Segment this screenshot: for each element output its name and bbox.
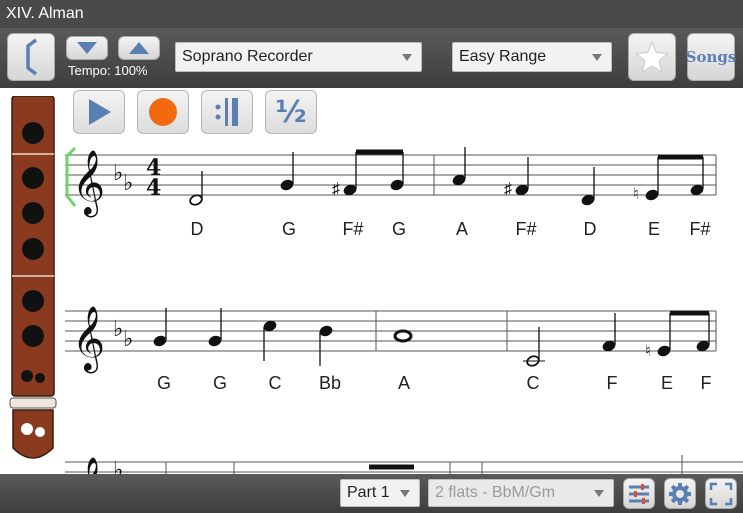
note-label: A <box>455 219 468 239</box>
score-area: ½ 𝄞 ♭ ♭ 4 4 ♯ ♯ ♮ 𝄞 ♭ ♭ ♮ ♭ D G F# G A F… <box>0 88 743 474</box>
tempo-up-button[interactable] <box>118 36 160 60</box>
chevron-down-icon <box>400 490 410 497</box>
gear-icon <box>669 482 691 505</box>
note-label: F# <box>515 219 537 239</box>
songs-button[interactable]: Songs <box>685 33 737 81</box>
note-label: G <box>212 373 227 393</box>
note-label: F# <box>689 219 711 239</box>
svg-text:♭: ♭ <box>113 458 123 474</box>
bottom-toolbar: Part 1 2 flats - BbM/Gm <box>0 474 743 513</box>
note-label: A <box>397 373 410 393</box>
svg-text:♯: ♯ <box>504 181 512 198</box>
svg-text:𝄞: 𝄞 <box>72 150 105 217</box>
note-label: E <box>660 373 673 393</box>
bracket-icon <box>26 38 38 76</box>
svg-text:♮: ♮ <box>645 343 651 360</box>
note-label: G <box>156 373 171 393</box>
svg-text:𝄞: 𝄞 <box>72 457 105 474</box>
songs-label: Songs <box>685 48 737 66</box>
mixer-button[interactable] <box>623 478 655 509</box>
favorite-button[interactable] <box>628 33 676 81</box>
note-label: G <box>391 219 406 239</box>
tempo-label: Tempo: 100% <box>68 63 148 78</box>
fullscreen-button[interactable] <box>705 478 737 509</box>
note-label: D <box>190 219 204 239</box>
note-label: Bb <box>318 373 342 393</box>
svg-text:♯: ♯ <box>332 181 340 198</box>
svg-text:♭: ♭ <box>113 161 123 186</box>
bracket-button[interactable] <box>7 33 55 81</box>
staff-row-1: 𝄞 ♭ ♭ 4 4 ♯ ♯ ♮ 𝄞 ♭ ♭ ♮ ♭ <box>65 146 743 474</box>
chevron-down-icon <box>592 54 602 61</box>
key-select[interactable]: 2 flats - BbM/Gm <box>428 479 614 507</box>
svg-text:♭: ♭ <box>113 317 123 342</box>
svg-text:♭: ♭ <box>123 171 133 196</box>
note-label: F <box>606 373 618 393</box>
instrument-select[interactable]: Soprano Recorder <box>175 42 422 72</box>
part-select[interactable]: Part 1 <box>340 479 420 507</box>
settings-button[interactable] <box>664 478 696 509</box>
chevron-down-icon <box>594 490 604 497</box>
part-value: Part 1 <box>347 484 390 501</box>
tempo-down-button[interactable] <box>66 36 108 60</box>
fullscreen-icon <box>709 482 733 505</box>
triangle-down-icon <box>77 42 97 54</box>
note-label: D <box>583 219 597 239</box>
note-label: F <box>700 373 712 393</box>
range-select[interactable]: Easy Range <box>452 42 612 72</box>
svg-text:𝄞: 𝄞 <box>72 306 105 373</box>
note-label: C <box>526 373 540 393</box>
note-label: G <box>281 219 296 239</box>
star-icon <box>634 40 670 74</box>
window-title: XIV. Alman <box>0 0 743 28</box>
note-label: E <box>647 219 660 239</box>
instrument-value: Soprano Recorder <box>182 48 313 65</box>
sliders-icon <box>629 483 649 504</box>
svg-text:♮: ♮ <box>633 186 639 203</box>
svg-text:♭: ♭ <box>123 327 133 352</box>
note-label: F# <box>342 219 364 239</box>
range-value: Easy Range <box>459 48 547 65</box>
triangle-up-icon <box>129 42 149 54</box>
top-toolbar: Soprano Recorder Easy Range Songs <box>0 28 743 88</box>
chevron-down-icon <box>402 54 412 61</box>
note-label: C <box>268 373 282 393</box>
svg-text:4: 4 <box>146 175 161 201</box>
key-value: 2 flats - BbM/Gm <box>435 484 556 501</box>
